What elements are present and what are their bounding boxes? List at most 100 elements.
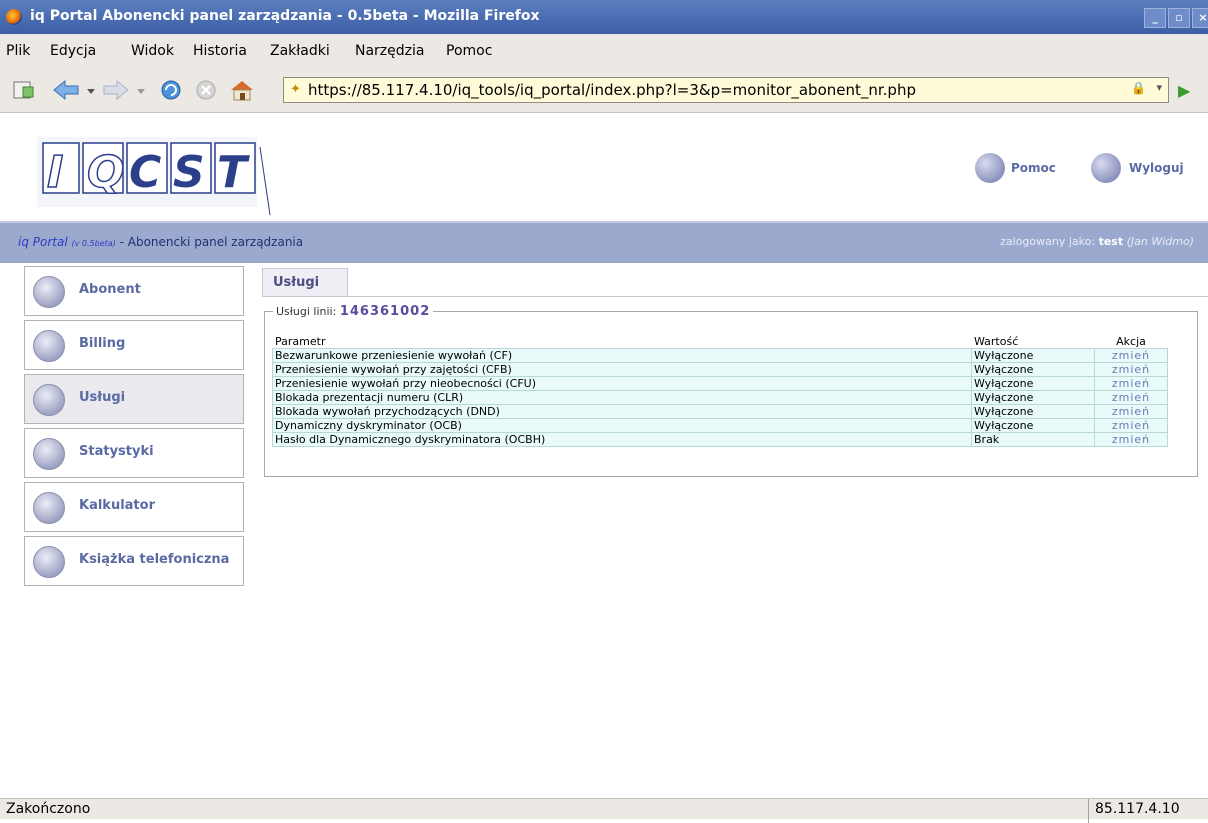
maximize-button[interactable]: ▫ (1168, 8, 1190, 28)
window-titlebar: iq Portal Abonencki panel zarządzania - … (0, 0, 1208, 34)
row-value: Wyłączone (971, 418, 1095, 433)
portal-info-bar: iq Portal (v 0.5beta) - Abonencki panel … (0, 221, 1208, 263)
sidebar-item-abonent[interactable]: Abonent (24, 266, 244, 316)
row-value: Wyłączone (971, 376, 1095, 391)
table-row: Bezwarunkowe przeniesienie wywołań (CF) … (272, 348, 1168, 363)
menu-edycja[interactable]: Edycja (50, 43, 96, 59)
security-lock-icon[interactable]: 🔒 (1131, 81, 1146, 95)
back-dropdown-icon[interactable] (86, 79, 96, 101)
services-box-legend: Usługi linii: 146361002 (273, 304, 434, 319)
url-bar[interactable]: ✦ https://85.117.4.10/iq_tools/iq_portal… (283, 77, 1169, 103)
sidebar-item-label: Billing (79, 336, 126, 351)
sidebar-item-kalkulator[interactable]: Kalkulator (24, 482, 244, 532)
row-value: Wyłączone (971, 362, 1095, 377)
change-link[interactable]: zmień (1094, 362, 1168, 377)
table-row: Hasło dla Dynamicznego dyskryminatora (O… (272, 432, 1168, 447)
menu-narzedzia[interactable]: Narzędzia (355, 43, 424, 59)
table-row: Przeniesienie wywołań przy zajętości (CF… (272, 362, 1168, 377)
change-link[interactable]: zmień (1094, 390, 1168, 405)
table-row: Blokada wywołań przychodzących (DND) Wył… (272, 404, 1168, 419)
minimize-button[interactable]: _ (1144, 8, 1166, 28)
forward-dropdown-icon[interactable] (136, 79, 146, 101)
phone-icon (33, 276, 65, 308)
row-param: Blokada wywołań przychodzących (DND) (272, 404, 972, 419)
logout-link[interactable]: Wyloguj (1129, 161, 1184, 175)
svg-text:Q: Q (87, 147, 124, 198)
sidebar-item-statystyki[interactable]: Statystyki (24, 428, 244, 478)
sidebar-item-billing[interactable]: Billing (24, 320, 244, 370)
row-param: Bezwarunkowe przeniesienie wywołań (CF) (272, 348, 972, 363)
menu-zakladki[interactable]: Zakładki (270, 43, 330, 59)
menu-plik[interactable]: Plik (6, 43, 30, 59)
logged-prefix: zalogowany jako: (1000, 235, 1099, 248)
svg-text:C: C (129, 147, 161, 198)
status-host: 85.117.4.10 (1088, 799, 1186, 823)
window-title: iq Portal Abonencki panel zarządzania - … (30, 8, 540, 24)
row-param: Blokada prezentacji numeru (CLR) (272, 390, 972, 405)
table-header-row: Parametr Wartość Akcja (272, 334, 1168, 349)
forward-icon[interactable] (102, 79, 130, 101)
help-link[interactable]: Pomoc (1011, 161, 1056, 175)
column-header-parametr: Parametr (272, 334, 972, 349)
menu-bar: Plik Edycja Widok Historia Zakładki Narz… (0, 34, 1208, 64)
iqcst-logo: I Q C S T (37, 137, 271, 216)
row-param: Hasło dla Dynamicznego dyskryminatora (O… (272, 432, 972, 447)
sidebar-item-label: Kalkulator (79, 498, 155, 513)
sidebar-item-label: Abonent (79, 282, 141, 297)
navigation-toolbar: ✦ https://85.117.4.10/iq_tools/iq_portal… (0, 64, 1208, 113)
sidebar-item-uslugi[interactable]: Usługi (24, 374, 244, 424)
close-button[interactable]: × (1192, 8, 1208, 28)
portal-title: iq Portal (v 0.5beta) - Abonencki panel … (18, 235, 303, 249)
gear-icon (33, 546, 65, 578)
change-link[interactable]: zmień (1094, 418, 1168, 433)
gear-icon (33, 438, 65, 470)
box-label: Usługi linii: (276, 305, 340, 318)
menu-widok[interactable]: Widok (131, 43, 174, 59)
stop-icon[interactable] (195, 79, 217, 101)
sidebar-item-label: Książka telefoniczna (79, 552, 230, 567)
row-param: Przeniesienie wywołań przy nieobecności … (272, 376, 972, 391)
table-row: Blokada prezentacji numeru (CLR) Wyłączo… (272, 390, 1168, 405)
line-number: 146361002 (339, 304, 431, 319)
go-icon[interactable]: ▶ (1178, 81, 1190, 100)
row-value: Wyłączone (971, 348, 1095, 363)
web-page: I Q C S T Pomoc Wyloguj iq Portal (v 0.5… (0, 113, 1208, 798)
help-icon[interactable] (975, 153, 1005, 183)
menu-pomoc[interactable]: Pomoc (446, 43, 492, 59)
table-row: Dynamiczny dyskryminator (OCB) Wyłączone… (272, 418, 1168, 433)
sidebar-item-label: Statystyki (79, 444, 154, 459)
back-icon[interactable] (52, 79, 80, 101)
reload-icon[interactable] (160, 79, 182, 101)
svg-text:S: S (173, 147, 205, 198)
row-value: Brak (971, 432, 1095, 447)
sidebar-item-label: Usługi (79, 390, 126, 405)
services-table: Parametr Wartość Akcja Bezwarunkowe prze… (272, 334, 1168, 447)
status-text: Zakończono (6, 801, 91, 817)
new-tab-icon[interactable] (12, 79, 34, 101)
url-dropdown-icon[interactable]: ▾ (1156, 81, 1162, 94)
gear-icon (33, 492, 65, 524)
tab-underline (262, 296, 1208, 297)
sidebar-item-ksiazka-telefoniczna[interactable]: Książka telefoniczna (24, 536, 244, 586)
home-icon[interactable] (229, 79, 255, 101)
tab-label: Usługi (273, 275, 320, 290)
change-link[interactable]: zmień (1094, 376, 1168, 391)
row-value: Wyłączone (971, 390, 1095, 405)
row-value: Wyłączone (971, 404, 1095, 419)
svg-text:T: T (217, 147, 250, 198)
menu-historia[interactable]: Historia (193, 43, 247, 59)
tab-uslugi[interactable]: Usługi (262, 268, 348, 297)
row-param: Dynamiczny dyskryminator (OCB) (272, 418, 972, 433)
logged-user-info: zalogowany jako: test (Jan Widmo) (1000, 235, 1194, 248)
change-link[interactable]: zmień (1094, 404, 1168, 419)
portal-subtitle: - Abonencki panel zarządzania (115, 235, 304, 249)
url-text: https://85.117.4.10/iq_tools/iq_portal/i… (308, 81, 916, 99)
portal-name: iq Portal (18, 235, 68, 249)
column-header-wartosc: Wartość (971, 334, 1095, 349)
change-link[interactable]: zmień (1094, 432, 1168, 447)
logout-icon[interactable] (1091, 153, 1121, 183)
site-icon: ✦ (290, 82, 301, 97)
change-link[interactable]: zmień (1094, 348, 1168, 363)
portal-version: (v 0.5beta) (71, 239, 116, 248)
logged-user-name: (Jan Widmo) (1126, 235, 1194, 248)
